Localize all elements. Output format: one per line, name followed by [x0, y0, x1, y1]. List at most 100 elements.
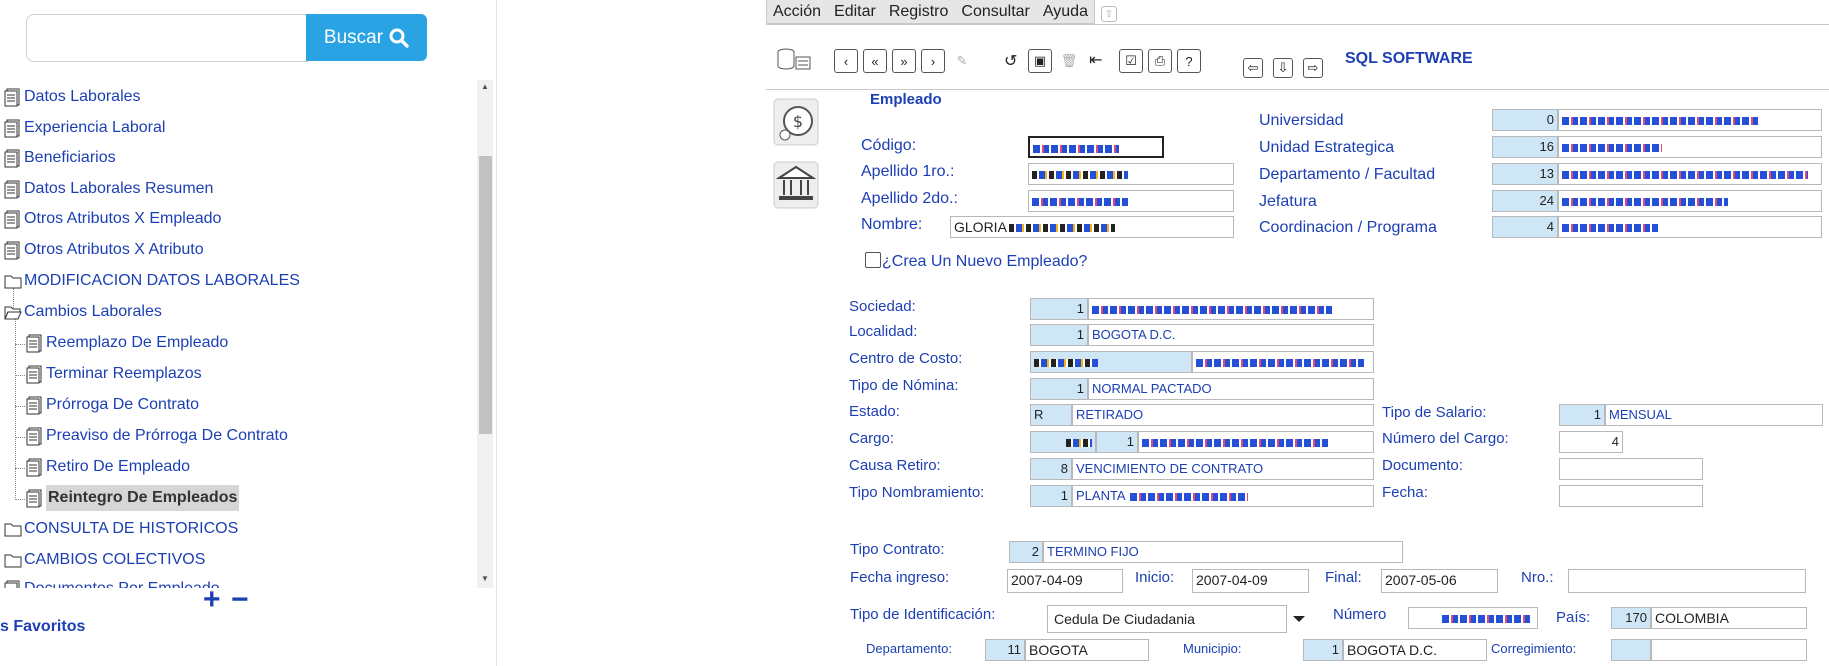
- tipo-identificacion-select[interactable]: Cedula De Ciudadania: [1047, 605, 1287, 633]
- pais-desc[interactable]: COLOMBIA: [1651, 607, 1807, 629]
- apellido2-field[interactable]: [1028, 190, 1234, 212]
- departamento-id-code[interactable]: 11: [985, 639, 1025, 661]
- scroll-down-icon[interactable]: ▼: [477, 572, 493, 586]
- tree-item-reemplazo[interactable]: Reemplazo De Empleado: [26, 330, 228, 356]
- tree-item-reintegro[interactable]: Reintegro De Empleados: [26, 485, 240, 511]
- tree-item-terminar-reemplazos[interactable]: Terminar Reemplazos: [26, 361, 202, 387]
- tree-item-otros-atributos-empleado[interactable]: Otros Atributos X Empleado: [4, 206, 221, 232]
- tipo-nombramiento-code[interactable]: 1: [1030, 485, 1072, 507]
- edit-record-icon[interactable]: ✎: [950, 49, 974, 73]
- departamento-desc[interactable]: [1558, 163, 1822, 185]
- fecha-ingreso-field[interactable]: 2007-04-09: [1007, 569, 1123, 593]
- tree-folder-cambios-laborales[interactable]: Cambios Laborales: [4, 299, 162, 325]
- tree-item-preaviso[interactable]: Preaviso de Prórroga De Contrato: [26, 423, 288, 449]
- chevron-down-icon[interactable]: [1288, 606, 1310, 632]
- tipo-contrato-desc[interactable]: TERMINO FIJO: [1043, 541, 1403, 563]
- nombre-field[interactable]: GLORIA: [950, 216, 1234, 238]
- bank-icon[interactable]: [773, 161, 819, 209]
- tipo-salario-code[interactable]: 1: [1559, 404, 1605, 426]
- causa-retiro-desc[interactable]: VENCIMIENTO DE CONTRATO: [1072, 458, 1374, 480]
- centro-costo-desc[interactable]: [1192, 351, 1374, 373]
- tree-item-otros-atributos-atributo[interactable]: Otros Atributos X Atributo: [4, 237, 204, 263]
- departamento-code[interactable]: 13: [1492, 163, 1558, 185]
- estado-desc[interactable]: RETIRADO: [1072, 404, 1374, 426]
- centro-costo-code[interactable]: [1030, 351, 1192, 373]
- menu-editar[interactable]: Editar: [834, 3, 876, 21]
- next-record-icon[interactable]: ›: [921, 49, 945, 73]
- departamento-id-desc[interactable]: BOGOTA: [1025, 639, 1149, 661]
- nav-left-icon[interactable]: ⇦: [1243, 58, 1263, 78]
- tree-folder-consulta-historicos[interactable]: CONSULTA DE HISTORICOS: [4, 516, 238, 542]
- inicio-field[interactable]: 2007-04-09: [1192, 569, 1309, 593]
- database-icon[interactable]: [776, 47, 812, 73]
- causa-retiro-code[interactable]: 8: [1030, 458, 1072, 480]
- documento-field[interactable]: [1559, 458, 1703, 480]
- print-icon[interactable]: ⎙: [1148, 49, 1172, 73]
- search-input[interactable]: [26, 14, 308, 62]
- apellido1-field[interactable]: [1028, 163, 1234, 185]
- exit-icon[interactable]: ⇤: [1089, 50, 1102, 70]
- codigo-field[interactable]: [1028, 136, 1164, 158]
- tree-item-datos-laborales-resumen[interactable]: Datos Laborales Resumen: [4, 176, 213, 202]
- fecha-field[interactable]: [1559, 485, 1703, 507]
- jefatura-desc[interactable]: [1558, 190, 1822, 212]
- expand-button[interactable]: +: [203, 585, 221, 615]
- universidad-desc[interactable]: [1558, 109, 1822, 131]
- tree-item-prorroga[interactable]: Prórroga De Contrato: [26, 392, 199, 418]
- undo-icon[interactable]: ↺: [1004, 51, 1017, 71]
- first-record-icon[interactable]: ‹: [834, 49, 858, 73]
- unidad-desc[interactable]: [1558, 136, 1822, 158]
- corregimiento-code[interactable]: [1611, 639, 1651, 661]
- tipo-nombramiento-desc[interactable]: PLANTA: [1072, 485, 1374, 507]
- nav-right-icon[interactable]: ⇨: [1303, 58, 1323, 78]
- menu-ayuda[interactable]: Ayuda: [1043, 3, 1088, 21]
- collapse-button[interactable]: −: [231, 585, 249, 615]
- tree-item-retiro[interactable]: Retiro De Empleado: [26, 454, 190, 480]
- tipo-nomina-desc[interactable]: NORMAL PACTADO: [1088, 378, 1374, 400]
- tree-item-datos-laborales[interactable]: Datos Laborales: [4, 84, 141, 110]
- localidad-desc[interactable]: BOGOTA D.C.: [1088, 324, 1374, 346]
- salary-icon[interactable]: $: [773, 98, 819, 146]
- scroll-up-icon[interactable]: ▲: [477, 80, 493, 94]
- corregimiento-desc[interactable]: [1651, 639, 1807, 661]
- tipo-contrato-code[interactable]: 2: [1009, 541, 1043, 563]
- final-field[interactable]: 2007-05-06: [1381, 569, 1498, 593]
- pais-code[interactable]: 170: [1611, 607, 1651, 629]
- coordinacion-code[interactable]: 4: [1492, 216, 1558, 238]
- sociedad-desc[interactable]: [1088, 298, 1374, 320]
- universidad-code[interactable]: 0: [1492, 109, 1558, 131]
- coordinacion-desc[interactable]: [1558, 216, 1822, 238]
- tipo-salario-desc[interactable]: MENSUAL: [1605, 404, 1823, 426]
- numero-identificacion-field[interactable]: [1408, 607, 1538, 629]
- menu-registro[interactable]: Registro: [889, 3, 949, 21]
- estado-code[interactable]: R: [1030, 404, 1072, 426]
- tree-folder-cambios-colectivos[interactable]: CAMBIOS COLECTIVOS: [4, 547, 205, 573]
- municipio-desc[interactable]: BOGOTA D.C.: [1343, 639, 1487, 661]
- localidad-code[interactable]: 1: [1030, 324, 1088, 346]
- favoritos-link[interactable]: s Favoritos: [0, 618, 85, 636]
- checklist-icon[interactable]: ☑: [1119, 49, 1143, 73]
- help-icon[interactable]: ?: [1177, 49, 1201, 73]
- tree-item-experiencia-laboral[interactable]: Experiencia Laboral: [4, 115, 165, 141]
- municipio-code[interactable]: 1: [1303, 639, 1343, 661]
- menu-consultar[interactable]: Consultar: [961, 3, 1029, 21]
- tipo-nomina-code[interactable]: 1: [1030, 378, 1088, 400]
- unidad-code[interactable]: 16: [1492, 136, 1558, 158]
- search-button[interactable]: Buscar: [306, 14, 427, 61]
- cargo-desc[interactable]: [1138, 431, 1374, 453]
- nav-down-icon[interactable]: ⇩: [1273, 58, 1293, 78]
- nav-up-icon[interactable]: ⇧: [1101, 6, 1117, 22]
- tree-item-beneficiarios[interactable]: Beneficiarios: [4, 145, 116, 171]
- menu-accion[interactable]: Acción: [773, 3, 821, 21]
- delete-icon[interactable]: 🗑: [1057, 49, 1081, 73]
- cargo-code-2[interactable]: 1: [1096, 431, 1138, 453]
- numero-cargo-field[interactable]: 4: [1559, 431, 1623, 453]
- sociedad-code[interactable]: 1: [1030, 298, 1088, 320]
- save-icon[interactable]: ▣: [1028, 49, 1052, 73]
- jefatura-code[interactable]: 24: [1492, 190, 1558, 212]
- tree-folder-modificacion[interactable]: MODIFICACION DATOS LABORALES: [4, 268, 300, 294]
- next-page-icon[interactable]: »: [892, 49, 916, 73]
- nuevo-empleado-checkbox[interactable]: [865, 252, 881, 268]
- tree-scroll-thumb[interactable]: [479, 156, 492, 434]
- previous-page-icon[interactable]: «: [863, 49, 887, 73]
